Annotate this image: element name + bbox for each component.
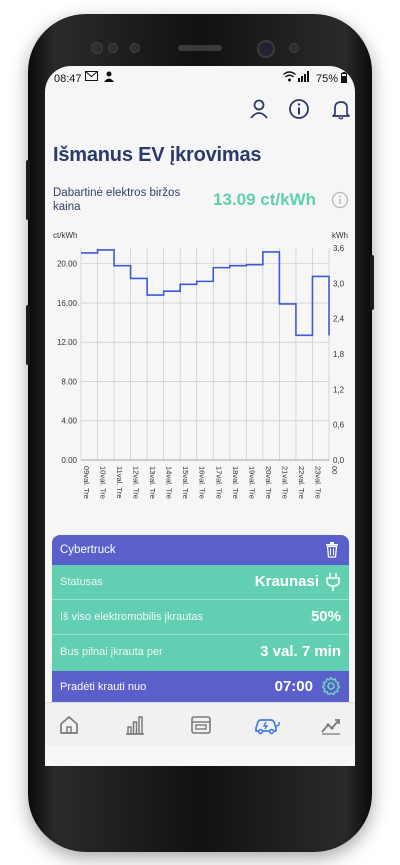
trend-icon[interactable] (319, 713, 343, 737)
x-tick-label: 17val. Tre (214, 466, 223, 499)
chart-svg: ct/kWh kWh 20.00 16.00 12.00 8.00 4.00 0.00 3… (53, 231, 348, 499)
left-tick-label: 20.00 (57, 260, 78, 269)
right-tick-label: 3,6 (333, 244, 345, 253)
start-charge-row[interactable]: Pradėti krauti nuo 07:00 (52, 671, 349, 702)
person-status-icon (103, 71, 115, 85)
front-camera (257, 40, 275, 58)
chart-left-unit: ct/kWh (53, 231, 77, 240)
x-tick-label: 19val. Tre (247, 466, 256, 499)
signal-icon (298, 71, 311, 85)
page-title: Išmanus EV įkrovimas (53, 144, 262, 166)
chart-right-unit: kWh (332, 231, 348, 240)
app-screen: 08:47 75% Išmanus EV įkrovimas Dabartinė… (45, 66, 355, 766)
left-tick-label: 8.00 (61, 377, 77, 386)
left-tick-label: 16.00 (57, 299, 78, 308)
vehicle-card-header: Cybertruck (52, 535, 349, 565)
x-tick-label: 09val. Tre (82, 466, 91, 499)
trash-icon[interactable] (325, 542, 339, 563)
status-label: Statusas (60, 576, 103, 588)
home-icon[interactable] (57, 713, 81, 737)
right-tick-label: 2,4 (333, 315, 345, 324)
x-tick-label: 10val. Tre (99, 466, 108, 499)
right-tick-label: 1,2 (333, 385, 345, 394)
x-tick-label: 18val. Tre (231, 466, 240, 499)
earpiece-speaker (178, 45, 222, 51)
wifi-icon (283, 71, 296, 85)
bar-chart-icon[interactable] (123, 713, 147, 737)
x-tick-label: 23val. Tre (313, 466, 322, 499)
x-tick-label: 21val. Tre (280, 466, 289, 499)
gesture-area (45, 746, 355, 766)
x-tick-label: 12val. Tre (132, 466, 141, 499)
right-tick-label: 1,8 (333, 350, 345, 359)
status-time: 08:47 (54, 73, 82, 85)
status-bar: 08:47 75% (45, 66, 355, 90)
bell-icon[interactable] (330, 98, 352, 120)
chart-horizontal-grid (81, 263, 329, 461)
ev-car-icon[interactable] (253, 713, 281, 737)
price-value: 13.09 ct/kWh (213, 190, 316, 209)
sensor-dot-4 (289, 43, 299, 53)
side-button-left-top (26, 160, 30, 220)
vehicle-name: Cybertruck (60, 544, 116, 556)
battery-icon (341, 72, 347, 86)
price-info-icon[interactable] (331, 191, 349, 214)
sensor-dot-2 (108, 43, 118, 53)
charged-value: 50% (310, 608, 341, 625)
start-charge-label: Pradėti krauti nuo (60, 681, 147, 693)
start-charge-time[interactable]: 07:00 (275, 678, 313, 695)
sensor-dot-1 (91, 42, 103, 54)
sensor-dot-3 (130, 43, 140, 53)
charged-row: Iš viso elektromobilis įkrautas 50% (52, 600, 349, 635)
price-label: Dabartinė elektros biržos kaina (53, 187, 181, 213)
left-tick-label: 4.00 (61, 417, 77, 426)
chart-left-ticks: 20.00 16.00 12.00 8.00 4.00 0.00 (57, 260, 78, 465)
x-tick-label: 22val. Tre (297, 466, 306, 499)
mail-icon (85, 71, 98, 84)
gear-icon[interactable] (321, 676, 341, 701)
chart-x-ticks: 09val. Tre 10val. Tre 11val. Tre 12val. Tre… (82, 466, 339, 499)
info-icon[interactable] (288, 98, 310, 120)
wallet-icon[interactable] (189, 713, 213, 737)
x-tick-label: 15val. Tre (181, 466, 190, 499)
x-tick-label: 16val. Tre (198, 466, 207, 499)
side-button-left-bottom (26, 305, 30, 365)
charged-label: Iš viso elektromobilis įkrautas (60, 611, 204, 623)
left-tick-label: 12.00 (57, 338, 78, 347)
price-series-line (81, 249, 330, 337)
plug-icon (325, 572, 341, 597)
status-value: Kraunasi (254, 573, 319, 590)
x-tick-label: 14val. Tre (165, 466, 174, 499)
x-tick-label: 11val. Tre (115, 466, 124, 498)
x-tick-label: 13val. Tre (148, 466, 157, 499)
price-chart: ct/kWh kWh 20.00 16.00 12.00 8.00 4.00 0.00 3… (45, 224, 355, 524)
eta-value: 3 val. 7 min (260, 643, 341, 660)
status-row: Statusas Kraunasi (52, 565, 349, 600)
right-tick-label: 0,0 (333, 456, 345, 465)
left-tick-label: 0.00 (61, 456, 77, 465)
chart-right-ticks: 3,6 3,0 2,4 1,8 1,2 0,6 0,0 (333, 244, 345, 465)
x-tick-label: 20val. Tre (264, 466, 273, 499)
vehicle-card-body: Statusas Kraunasi Iš viso elektromobilis… (52, 565, 349, 671)
eta-label: Bus pilnai įkrauta per (60, 646, 163, 658)
right-tick-label: 0,6 (333, 421, 345, 430)
vehicle-card: Cybertruck Statusas Kraunasi Iš viso ele… (52, 535, 349, 702)
right-tick-label: 3,0 (333, 279, 345, 288)
battery-percent: 75% (316, 73, 339, 85)
user-icon[interactable] (248, 98, 270, 120)
eta-row: Bus pilnai įkrauta per 3 val. 7 min (52, 635, 349, 669)
side-button-right (370, 255, 374, 310)
chart-vertical-grid (80, 248, 330, 460)
bottom-nav (45, 702, 355, 747)
x-tick-label: 00 (330, 466, 339, 474)
